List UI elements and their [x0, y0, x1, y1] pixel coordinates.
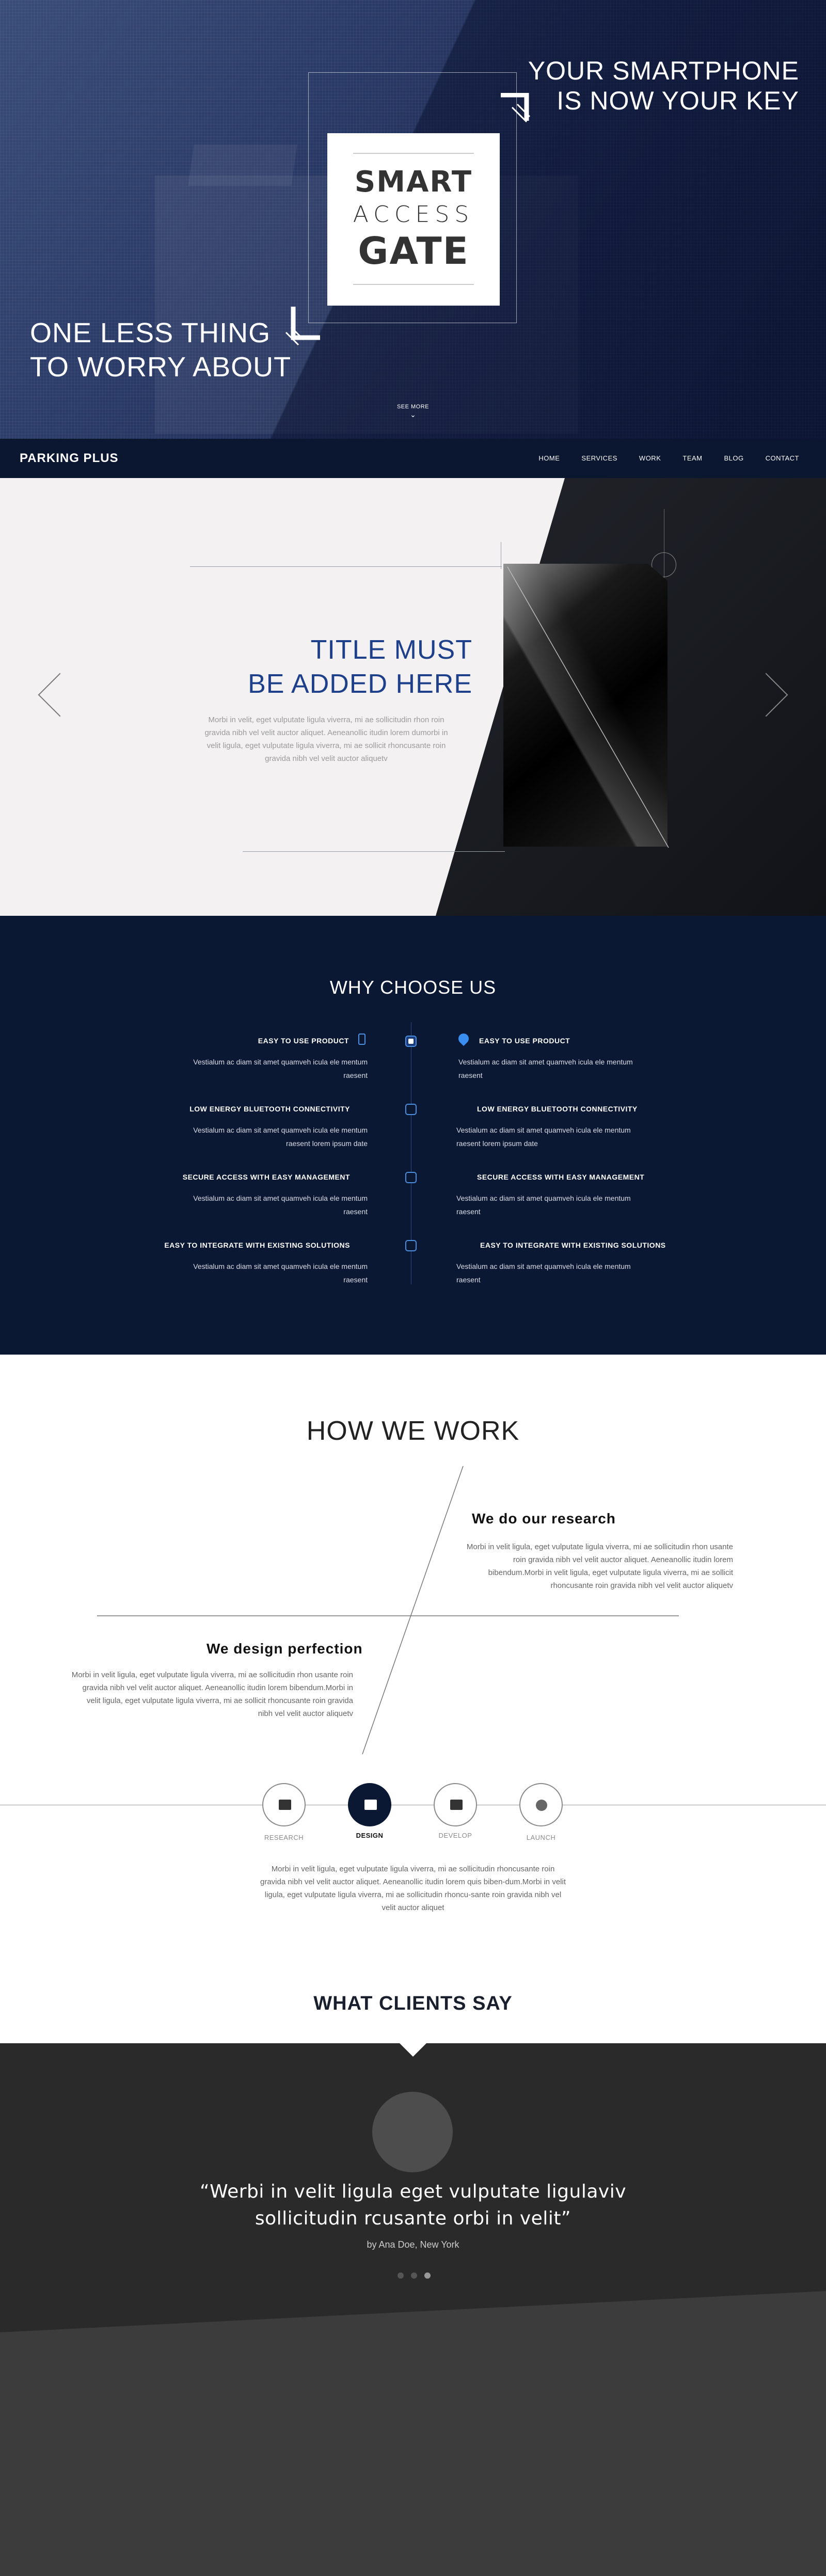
slider-title-2: BE ADDED HERE [248, 669, 472, 699]
box-icon [279, 1800, 291, 1810]
page: YOUR SMARTPHONE IS NOW YOUR KEY SMART AC… [0, 0, 826, 2576]
corner-bracket-icon [285, 307, 320, 346]
step-label-develop: DEVELOP [438, 1832, 472, 1839]
why-left-body-2: Vestialum ac diam sit amet quamveh icula… [193, 1126, 368, 1148]
slider-body: Morbi in velit, eget vulputate ligula vi… [204, 715, 448, 763]
target-icon [536, 1800, 547, 1811]
nav-item-work[interactable]: WORK [639, 454, 661, 462]
smart-access-gate-logo: SMART ACCESS GATE [327, 133, 500, 306]
testimonial-quote-1: “Werbi in velit ligula eget vulputate li… [199, 2181, 627, 2202]
why-left-title-3: SECURE ACCESS WITH EASY MANAGEMENT [182, 1173, 350, 1181]
why-left-title-4: EASY TO INTEGRATE WITH EXISTING SOLUTION… [164, 1241, 350, 1249]
step-label-research: RESEARCH [264, 1834, 304, 1841]
testimonials-notch [400, 2043, 426, 2057]
why-right-title-3: SECURE ACCESS WITH EASY MANAGEMENT [477, 1173, 645, 1181]
research-body: Morbi in velit ligula, eget vulputate li… [466, 1543, 733, 1590]
why-left-body-4: Vestialum ac diam sit amet quamveh icula… [193, 1262, 368, 1284]
step-research-button[interactable] [262, 1783, 306, 1826]
slider-title-1: TITLE MUST [310, 635, 472, 665]
logo-line-3: GATE [358, 229, 469, 273]
research-title: We do our research [472, 1510, 616, 1526]
why-left-title-1: EASY TO USE PRODUCT [258, 1037, 349, 1045]
timeline-dot [405, 1036, 417, 1047]
step-body: Morbi in velit ligula, eget vulputate li… [260, 1865, 566, 1912]
logo-line-2: ACCESS [353, 201, 474, 228]
testimonial-quote-2: sollicitudin rcusante orbi in velit” [255, 2208, 571, 2229]
why-right-title-2: LOW ENERGY BLUETOOTH CONNECTIVITY [477, 1105, 638, 1113]
why-left-body-1: Vestialum ac diam sit amet quamveh icula… [193, 1058, 368, 1079]
avatar [372, 2092, 453, 2172]
timeline-dot [405, 1172, 417, 1183]
step-label-design: DESIGN [356, 1832, 384, 1839]
clients-heading: WHAT CLIENTS SAY [313, 1993, 513, 2014]
why-right-title-4: EASY TO INTEGRATE WITH EXISTING SOLUTION… [480, 1241, 666, 1249]
hero-tagline-left: ONE LESS THING TO WORRY ABOUT [30, 316, 291, 384]
why-right-title-1: EASY TO USE PRODUCT [479, 1037, 570, 1045]
hero-tagline-right-2: IS NOW YOUR KEY [557, 86, 799, 115]
timeline-dot-fill [408, 1039, 414, 1044]
timeline-dot [405, 1104, 417, 1115]
testimonials-section: “Werbi in velit ligula eget vulputate li… [0, 2043, 826, 2576]
nav-item-blog[interactable]: BLOG [724, 454, 744, 462]
why-heading: WHY CHOOSE US [329, 977, 497, 998]
testimonial-pagination [398, 2272, 431, 2279]
step-label-launch: LAUNCH [526, 1834, 556, 1841]
why-right-body-4: Vestialum ac diam sit amet quamveh icula… [456, 1262, 631, 1284]
step-launch-button[interactable] [519, 1783, 563, 1826]
slider-prev-arrow-icon[interactable] [38, 673, 82, 717]
chevron-down-icon: ⌄ [410, 411, 416, 419]
why-right-body-3: Vestialum ac diam sit amet quamveh icula… [456, 1194, 631, 1216]
why-choose-us-section: WHY CHOOSE US EASY TO USE PRODUCT Vestia… [0, 916, 826, 1355]
why-right-body-1: Vestialum ac diam sit amet quamveh icula… [458, 1058, 633, 1079]
document-icon [364, 1800, 377, 1810]
nav-item-services[interactable]: SERVICES [581, 454, 617, 462]
laptop-icon [450, 1800, 463, 1810]
hero-tagline-left-2: TO WORRY ABOUT [30, 352, 292, 383]
phone-diagonal-line [507, 566, 669, 848]
pagination-dot-1[interactable] [398, 2272, 404, 2279]
how-we-work-section: HOW WE WORK We do our research Morbi in … [0, 1355, 826, 2000]
phone-icon [358, 1033, 366, 1045]
hero-tagline-right-1: YOUR SMARTPHONE [528, 56, 799, 85]
logo-rule-top [353, 153, 474, 154]
testimonial-author: by Ana Doe, New York [367, 2239, 459, 2250]
slider-line-bottom [243, 851, 505, 852]
hero-tagline-right: YOUR SMARTPHONE IS NOW YOUR KEY [528, 56, 799, 116]
brand-logo[interactable]: PARKING PLUS [20, 451, 119, 466]
testimonial-quote: “Werbi in velit ligula eget vulputate li… [0, 2179, 826, 2232]
why-left-body-3: Vestialum ac diam sit amet quamveh icula… [193, 1194, 368, 1216]
hero-tagline-left-1: ONE LESS THING [30, 317, 271, 348]
pagination-dot-2[interactable] [411, 2272, 417, 2279]
why-right-body-2: Vestialum ac diam sit amet quamveh icula… [456, 1126, 631, 1148]
design-body: Morbi in velit ligula, eget vulputate li… [71, 1671, 353, 1718]
timeline-dot [405, 1240, 417, 1251]
location-pin-icon [456, 1031, 471, 1046]
nav-item-team[interactable]: TEAM [682, 454, 702, 462]
logo-rule-bottom [353, 284, 474, 285]
slider-line-top [190, 566, 502, 567]
step-develop-button[interactable] [434, 1783, 477, 1826]
nav-item-home[interactable]: HOME [538, 454, 560, 462]
nav-item-contact[interactable]: CONTACT [766, 454, 799, 462]
design-title: We design perfection [206, 1641, 363, 1657]
hero-section: YOUR SMARTPHONE IS NOW YOUR KEY SMART AC… [0, 0, 826, 439]
see-more-link[interactable]: SEE MORE ⌄ [361, 404, 465, 419]
logo-line-1: SMART [354, 165, 473, 199]
slider-title: TITLE MUST BE ADDED HERE [248, 633, 472, 701]
nav-menu: HOME SERVICES WORK TEAM BLOG CONTACT [517, 454, 799, 462]
see-more-label: SEE MORE [396, 404, 430, 410]
pagination-dot-3[interactable] [424, 2272, 431, 2279]
why-left-title-2: LOW ENERGY BLUETOOTH CONNECTIVITY [189, 1105, 350, 1113]
main-nav: PARKING PLUS HOME SERVICES WORK TEAM BLO… [0, 439, 826, 478]
step-design-button[interactable] [348, 1783, 391, 1826]
hero-slider: TITLE MUST BE ADDED HERE Morbi in velit,… [0, 478, 826, 916]
